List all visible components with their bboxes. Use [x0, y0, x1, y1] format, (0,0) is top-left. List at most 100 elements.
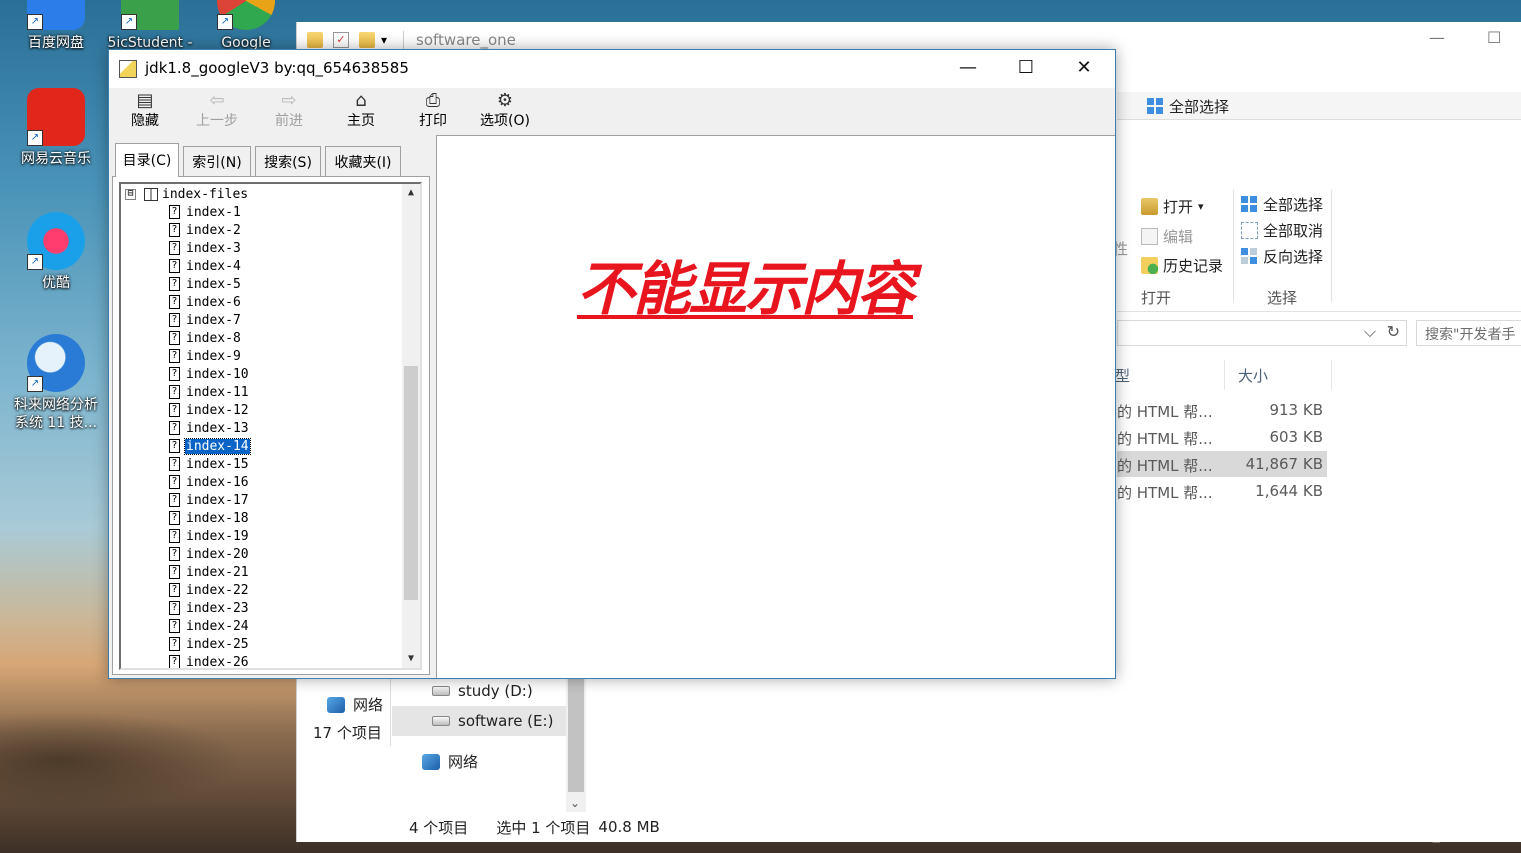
scroll-up-icon[interactable]: ▲ [402, 184, 420, 202]
nav-item-network[interactable]: 网络 [422, 751, 478, 772]
collapse-icon[interactable]: ⊟ [125, 188, 136, 200]
tree-item[interactable]: ? index-15 [169, 455, 250, 473]
file-row[interactable]: 的 HTML 帮... 913 KB [1117, 397, 1327, 423]
refresh-icon[interactable]: ↻ [1387, 322, 1400, 341]
nav-scrollbar-thumb[interactable] [568, 676, 584, 792]
tree-item[interactable]: ? index-12 [169, 401, 250, 419]
tree-item[interactable]: ? index-9 [169, 347, 250, 365]
tree-node-root[interactable]: ⊟ index-files [125, 185, 248, 203]
minimize-button[interactable]: — [939, 50, 997, 86]
tree-item[interactable]: ? index-13 [169, 419, 250, 437]
address-history-dropdown-icon[interactable]: ⌵ [1364, 322, 1376, 342]
open-button[interactable]: 打开 ▾ [1141, 196, 1204, 217]
forward-button[interactable]: ⇨ 前进 [257, 90, 321, 134]
desktop-icon-colasoft[interactable]: ↗ 科来网络分析系统 11 技... [8, 334, 104, 432]
search-input[interactable]: 搜索"开发者手 [1416, 320, 1521, 346]
tree-item[interactable]: ? index-6 [169, 293, 250, 311]
desktop-icon-5icstudent[interactable]: ↗ 5icStudent - [102, 0, 198, 52]
explorer-nav-pane-first: 网络 17 个项目 [297, 678, 391, 746]
nav-item-network[interactable]: 网络 [327, 694, 383, 715]
tree-item[interactable]: ? index-17 [169, 491, 250, 509]
select-all-button[interactable]: 全部选择 [1241, 194, 1323, 215]
new-folder-icon[interactable] [359, 32, 375, 48]
back-button[interactable]: ⇦ 上一步 [185, 90, 249, 134]
column-header-type[interactable]: 型 [1109, 360, 1225, 390]
tree-item-label: index-8 [186, 330, 241, 346]
tree-item-label: index-20 [186, 546, 249, 562]
ribbon-panel: 性 打开 ▾ 编辑 历史记录 打开 全部选择 全部取消 反向选择 选择 [1113, 120, 1521, 312]
desktop-icon-netease-music[interactable]: ↗ 网易云音乐 [8, 88, 104, 168]
desktop-icon-youku[interactable]: ↗ 优酷 [8, 212, 104, 292]
explorer-maximize-button[interactable]: ☐ [1487, 28, 1501, 47]
maximize-button[interactable]: ☐ [997, 50, 1055, 86]
tree-item-selected[interactable]: ? index-14 [169, 437, 251, 455]
tree-item[interactable]: ? index-25 [169, 635, 250, 653]
help-content-pane: 不能显示内容 [436, 135, 1115, 678]
select-none-button[interactable]: 全部取消 [1241, 220, 1323, 241]
explorer-status-bar: 4 个项目 选中 1 个项目 40.8 MB [392, 812, 660, 842]
tab-index[interactable]: 索引(N) [183, 146, 251, 176]
file-row-selected[interactable]: 的 HTML 帮... 41,867 KB [1117, 451, 1327, 477]
tree-item[interactable]: ? index-10 [169, 365, 250, 383]
tree-item[interactable]: ? index-4 [169, 257, 250, 275]
quick-access-dropdown-icon[interactable]: ▾ [381, 33, 387, 47]
help-titlebar[interactable]: jdk1.8_googleV3 by:qq_654638585 — ☐ ✕ [109, 50, 1115, 88]
tree-item[interactable]: ? index-3 [169, 239, 250, 257]
invert-selection-icon [1241, 248, 1258, 265]
ribbon-select-all-tab[interactable]: 全部选择 [1147, 96, 1229, 117]
nav-item-drive-d[interactable]: study (D:) [432, 682, 533, 700]
tree-item[interactable]: ? index-19 [169, 527, 250, 545]
tree-item[interactable]: ? index-11 [169, 383, 250, 401]
desktop-icon-baidu-netdisk[interactable]: ↗ 百度网盘 [8, 0, 104, 52]
shortcut-arrow-icon: ↗ [27, 130, 43, 146]
open-book-icon [144, 187, 158, 201]
scroll-down-icon[interactable]: ▼ [402, 650, 420, 668]
tree-item[interactable]: ? index-22 [169, 581, 250, 599]
options-button[interactable]: ⚙ 选项(O) [473, 90, 537, 134]
tree-item[interactable]: ? index-16 [169, 473, 250, 491]
history-button[interactable]: 历史记录 [1141, 255, 1223, 276]
select-group-label: 选择 [1267, 289, 1298, 307]
properties-check-icon[interactable]: ✓ [333, 32, 349, 48]
file-type: 的 HTML 帮... [1117, 484, 1213, 502]
file-size: 41,867 KB [1245, 455, 1323, 473]
help-topic-icon: ? [169, 619, 180, 633]
tree-item[interactable]: ? index-8 [169, 329, 250, 347]
network-icon [327, 696, 345, 713]
tree-item[interactable]: ? index-24 [169, 617, 250, 635]
invert-selection-label: 反向选择 [1263, 248, 1324, 266]
tree-item[interactable]: ? index-26 [169, 653, 250, 668]
desktop-icon-google[interactable]: ↗ Google [198, 0, 294, 52]
nav-scroll-down-icon[interactable]: ⌄ [570, 796, 580, 810]
nav-item-drive-e[interactable]: software (E:) [432, 712, 553, 730]
print-button[interactable]: ⎙ 打印 [401, 90, 465, 134]
close-button[interactable]: ✕ [1055, 50, 1113, 86]
tab-search[interactable]: 搜索(S) [255, 146, 321, 176]
tree-scrollbar[interactable]: ▲ ▼ [402, 184, 420, 668]
tree-item[interactable]: ? index-23 [169, 599, 250, 617]
file-row[interactable]: 的 HTML 帮... 603 KB [1117, 424, 1327, 450]
tab-favorites[interactable]: 收藏夹(I) [325, 146, 401, 176]
address-bar[interactable]: ⌵ ↻ [1117, 320, 1407, 346]
ribbon-separator [1233, 190, 1234, 302]
home-button[interactable]: ⌂ 主页 [329, 90, 393, 134]
explorer-minimize-button[interactable]: — [1429, 28, 1445, 47]
tab-contents[interactable]: 目录(C) [115, 143, 179, 177]
column-header-size[interactable]: 大小 [1232, 360, 1332, 390]
contents-tree[interactable]: ⊟ index-files ? index-1? index-2? index-3? i… [119, 182, 422, 670]
invert-selection-button[interactable]: 反向选择 [1241, 246, 1323, 267]
tree-item[interactable]: ? index-2 [169, 221, 250, 239]
size-column-label: 大小 [1238, 367, 1269, 385]
tree-item[interactable]: ? index-18 [169, 509, 250, 527]
hide-button[interactable]: ▤ 隐藏 [113, 90, 177, 134]
edit-button[interactable]: 编辑 [1141, 226, 1193, 247]
file-row[interactable]: 的 HTML 帮... 1,644 KB [1117, 478, 1327, 504]
nav-scrollbar[interactable]: ⌄ [566, 676, 586, 812]
tree-item[interactable]: ? index-1 [169, 203, 250, 221]
shortcut-arrow-icon: ↗ [27, 376, 43, 392]
tree-item[interactable]: ? index-21 [169, 563, 250, 581]
tree-item[interactable]: ? index-20 [169, 545, 250, 563]
tree-scrollbar-thumb[interactable] [404, 366, 418, 600]
tree-item[interactable]: ? index-5 [169, 275, 250, 293]
tree-item[interactable]: ? index-7 [169, 311, 250, 329]
